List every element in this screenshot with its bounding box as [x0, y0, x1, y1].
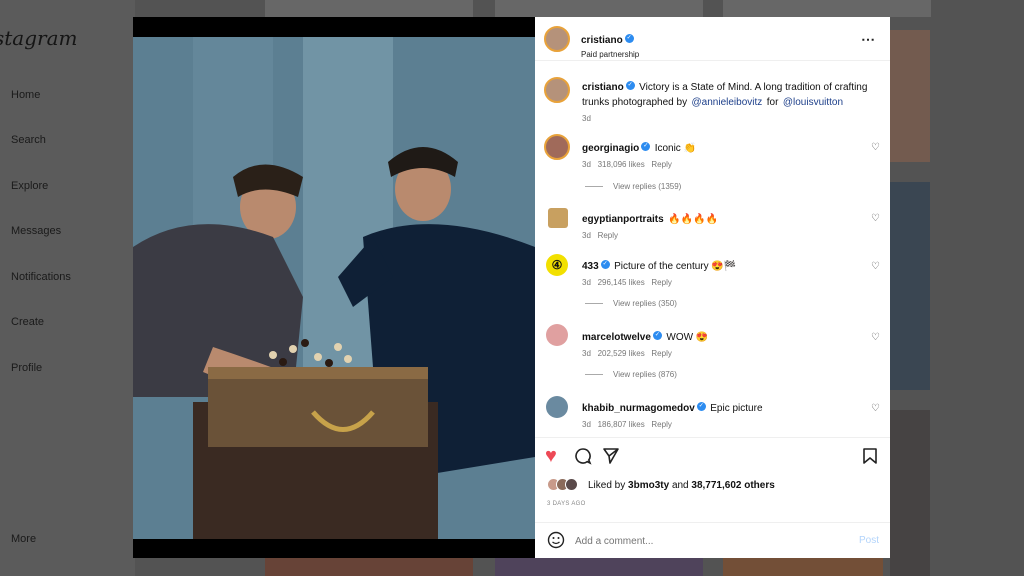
comment-avatar[interactable] [544, 134, 570, 160]
comment-username[interactable]: egyptianportraits [582, 214, 664, 225]
like-comment-icon[interactable]: ♡ [871, 213, 880, 224]
comment-likes[interactable]: 296,145 likes [598, 278, 645, 287]
emoji-icon[interactable] [547, 531, 565, 549]
divider [535, 60, 890, 61]
comment-text: WOW 😍 [666, 332, 709, 343]
comment-avatar[interactable] [546, 324, 568, 346]
comment-item: khabib_nurmagomedov ✓ Epic picture 3d 186… [582, 398, 763, 429]
reply-button[interactable]: Reply [651, 420, 671, 429]
comment-time: 3d [582, 160, 591, 169]
share-icon[interactable] [602, 447, 620, 465]
more-options-icon[interactable]: ⋯ [861, 31, 876, 48]
caption: cristiano ✓ Victory is a State of Mind. A… [582, 79, 872, 125]
comment-likes[interactable]: 318,096 likes [598, 160, 645, 169]
paid-partnership-label[interactable]: Paid partnership [581, 50, 639, 59]
post-photo [133, 37, 535, 539]
reply-button[interactable]: Reply [651, 349, 671, 358]
comment-username[interactable]: georginagio [582, 143, 639, 154]
comment-avatar[interactable] [546, 396, 568, 418]
comment-username[interactable]: 433 [582, 261, 599, 272]
verified-icon: ✓ [696, 402, 706, 412]
view-replies-button[interactable]: View replies (876) [585, 370, 677, 379]
likes-and: and [671, 480, 689, 491]
comment-text: 🔥🔥🔥🔥 [668, 214, 718, 225]
liker-username[interactable]: 3bmo3ty [628, 480, 669, 491]
verified-icon: ✓ [641, 142, 651, 152]
comment-item: egyptianportraits 🔥🔥🔥🔥 3d Reply [582, 209, 718, 240]
comment-text: Iconic 👏 [654, 143, 697, 154]
comment-likes[interactable]: 186,807 likes [598, 420, 645, 429]
caption-avatar[interactable] [544, 77, 570, 103]
verified-icon: ✓ [625, 81, 635, 91]
comment-avatar[interactable]: ④ [546, 254, 568, 276]
view-replies-button[interactable]: View replies (350) [585, 299, 677, 308]
comment-avatar[interactable] [548, 208, 568, 228]
author-username[interactable]: cristiano [581, 35, 623, 46]
comment-likes[interactable]: 202,529 likes [598, 349, 645, 358]
comment-icon[interactable] [574, 447, 592, 465]
verified-icon: ✓ [652, 331, 662, 341]
post-date[interactable]: 3 DAYS AGO [547, 501, 586, 507]
comment-time: 3d [582, 420, 591, 429]
caption-time: 3d [582, 114, 591, 123]
liker-avatars [547, 478, 578, 496]
comment-item: 433 ✓ Picture of the century 😍🏁 3d 296,14… [582, 256, 736, 287]
comment-text: Epic picture [710, 403, 763, 414]
comment-item: marcelotwelve ✓ WOW 😍 3d 202,529 likes Re… [582, 327, 708, 358]
bookmark-icon[interactable] [862, 447, 878, 465]
divider [535, 437, 890, 438]
like-comment-icon[interactable]: ♡ [871, 142, 880, 153]
like-comment-icon[interactable]: ♡ [871, 332, 880, 343]
likes-prefix: Liked by [588, 480, 626, 491]
author-avatar[interactable] [544, 26, 570, 52]
post-panel: cristiano ✓ Paid partnership ⋯ cristiano ✓… [535, 17, 890, 558]
comment-text: Picture of the century 😍🏁 [614, 261, 737, 272]
post-header: cristiano ✓ Paid partnership [581, 30, 639, 59]
post-comment-button[interactable]: Post [859, 535, 879, 546]
chess-scene-illustration [133, 37, 535, 539]
reply-button[interactable]: Reply [598, 231, 618, 240]
mention-louisvuitton[interactable]: @louisvuitton [783, 97, 843, 108]
like-heart-icon[interactable]: ♥ [545, 445, 557, 468]
comment-item: georginagio ✓ Iconic 👏 3d 318,096 likes R… [582, 138, 696, 169]
divider [535, 522, 890, 523]
reply-button[interactable]: Reply [651, 278, 671, 287]
verified-icon: ✓ [600, 260, 610, 270]
verified-icon: ✓ [624, 34, 634, 44]
mention-annieleibovitz[interactable]: @annieleibovitz [692, 97, 763, 108]
comment-username[interactable]: marcelotwelve [582, 332, 651, 343]
caption-for: for [766, 97, 779, 108]
like-comment-icon[interactable]: ♡ [871, 403, 880, 414]
comment-input[interactable] [573, 532, 847, 550]
caption-username[interactable]: cristiano [582, 82, 624, 93]
reply-button[interactable]: Reply [651, 160, 671, 169]
view-replies-button[interactable]: View replies (1359) [585, 182, 681, 191]
like-comment-icon[interactable]: ♡ [871, 261, 880, 272]
comment-username[interactable]: khabib_nurmagomedov [582, 403, 695, 414]
comment-time: 3d [582, 231, 591, 240]
likes-count[interactable]: 38,771,602 others [691, 480, 774, 491]
comment-time: 3d [582, 349, 591, 358]
comment-time: 3d [582, 278, 591, 287]
post-media[interactable] [133, 17, 535, 558]
likes-summary: Liked by 3bmo3ty and 38,771,602 others [588, 480, 775, 491]
